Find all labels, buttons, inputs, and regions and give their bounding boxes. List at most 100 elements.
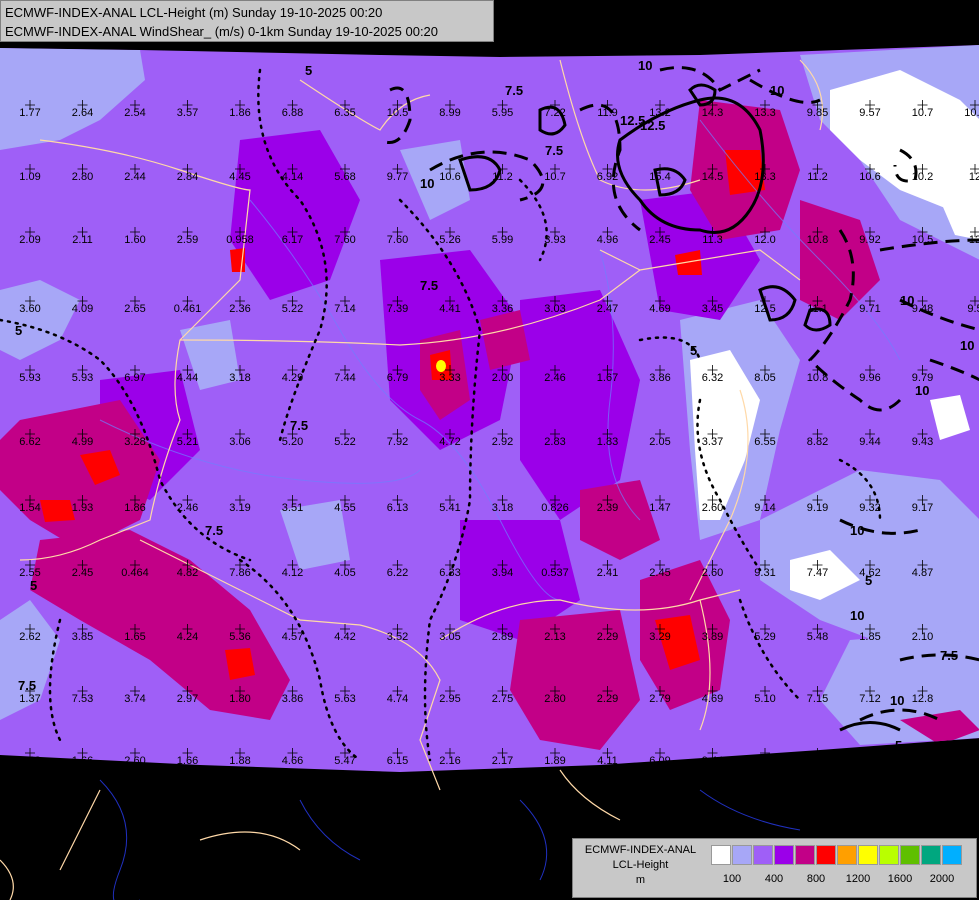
station-value: 2.47 [597, 303, 618, 315]
station-value: 4.45 [229, 171, 250, 183]
station-value: 3.86 [649, 372, 670, 384]
contour-label: 10 [420, 176, 434, 191]
station-value: 6.15 [387, 755, 408, 767]
station-value: 6.97 [124, 372, 145, 384]
station-value: 11.3 [702, 234, 723, 246]
station-value: 3.03 [544, 303, 565, 315]
station-value: 2.09 [19, 234, 40, 246]
station-value: 4.74 [387, 693, 408, 705]
station-value: 9.43 [912, 436, 933, 448]
legend-line-1: ECMWF-INDEX-ANAL [584, 844, 697, 856]
station-value: 11.2 [807, 171, 828, 183]
station-value: 3.60 [19, 303, 40, 315]
contour-label: 10 [915, 383, 929, 398]
station-value: 3.94 [492, 567, 513, 579]
contour-label: 10 [850, 523, 864, 538]
station-value: 9.57 [859, 107, 880, 119]
station-value: 9.19 [807, 502, 828, 514]
station-value: 9.44 [859, 436, 880, 448]
station-value: 3.05 [439, 631, 460, 643]
station-value: 9.48 [912, 303, 933, 315]
station-value: 5.20 [282, 436, 303, 448]
contour-label: 10 [770, 83, 784, 98]
contour-label: 5 [15, 323, 22, 338]
station-value: 13.3 [754, 107, 775, 119]
station-value: 4.69 [649, 303, 670, 315]
station-value: 6.88 [282, 107, 303, 119]
station-value: 9.92 [859, 234, 880, 246]
contour-label: 10 [960, 338, 974, 353]
station-value: 2.36 [229, 303, 250, 315]
legend-swatch [774, 845, 794, 865]
station-value: 11.2 [492, 171, 513, 183]
station-value: 7.47 [807, 567, 828, 579]
station-value: 4.11 [597, 755, 618, 767]
contour-label: 7.5 [545, 143, 563, 158]
station-value: 3.85 [72, 631, 93, 643]
station-value: 3.29 [649, 631, 670, 643]
station-value: 2.29 [597, 631, 618, 643]
legend-swatches [711, 845, 963, 865]
station-value: 10.8 [964, 107, 979, 119]
station-value: 7.12 [859, 693, 880, 705]
station-value: 5.68 [334, 171, 355, 183]
station-value: 5.99 [492, 234, 513, 246]
station-value: 5.26 [439, 234, 460, 246]
station-value: 1.86 [229, 107, 250, 119]
legend-swatch [921, 845, 941, 865]
station-value: 4.57 [282, 631, 303, 643]
station-value: 3.33 [439, 372, 460, 384]
station-value: 1.66 [72, 755, 93, 767]
station-value: 3.06 [229, 436, 250, 448]
station-value: 2.46 [177, 502, 198, 514]
station-value: 7.60 [334, 234, 355, 246]
station-value: 12.7 [754, 755, 775, 767]
station-value: 4.55 [334, 502, 355, 514]
station-value: 4.62 [859, 567, 880, 579]
contour-label: 10 [890, 693, 904, 708]
station-value: 1.37 [19, 693, 40, 705]
title-line-2: ECMWF-INDEX-ANAL WindShear_ (m/s) 0-1km … [5, 24, 439, 39]
station-value: 9.79 [912, 372, 933, 384]
station-value: 5.21 [177, 436, 198, 448]
station-value: 6.13 [387, 502, 408, 514]
station-value: 6.09 [649, 755, 670, 767]
legend-swatch [900, 845, 920, 865]
legend-tick-label: 100 [722, 873, 742, 885]
station-value: 2.75 [492, 693, 513, 705]
station-value: 4.05 [334, 567, 355, 579]
station-value: 2.45 [649, 567, 670, 579]
station-value: 4.96 [597, 234, 618, 246]
contour-label: 5 [690, 343, 697, 358]
station-value: 11.1 [807, 303, 828, 315]
legend-swatch [858, 845, 878, 865]
contour-label: 7.5 [940, 648, 958, 663]
station-value: 5.36 [229, 631, 250, 643]
station-value: 14.3 [702, 107, 723, 119]
station-value: 7.53 [72, 693, 93, 705]
station-value: 5.93 [19, 372, 40, 384]
station-value: 4.72 [439, 436, 460, 448]
station-value: 2.44 [124, 171, 145, 183]
contour-label: 7.5 [505, 83, 523, 98]
station-value: 6.17 [282, 234, 303, 246]
station-value: 0.464 [121, 567, 149, 579]
station-value: 2.60 [702, 502, 723, 514]
station-value: 5.63 [334, 693, 355, 705]
station-value: 4.99 [72, 436, 93, 448]
legend-swatch [837, 845, 857, 865]
map-title-box: ECMWF-INDEX-ANAL LCL-Height (m) Sunday 1… [0, 0, 494, 42]
station-value: 9.71 [859, 303, 880, 315]
station-value: 6.32 [702, 372, 723, 384]
station-value: 1.60 [124, 234, 145, 246]
station-value: 1.86 [124, 502, 145, 514]
color-legend: ECMWF-INDEX-ANAL LCL-Height m 100 400 800 1… [572, 838, 977, 898]
station-value: 1.47 [649, 502, 670, 514]
station-value: 2.13 [544, 631, 565, 643]
station-value: 7.14 [334, 303, 355, 315]
station-value: 5.22 [282, 303, 303, 315]
legend-swatch [816, 845, 836, 865]
station-value: 2.80 [72, 171, 93, 183]
station-value: 9.96 [859, 372, 880, 384]
station-value: 8.99 [439, 107, 460, 119]
